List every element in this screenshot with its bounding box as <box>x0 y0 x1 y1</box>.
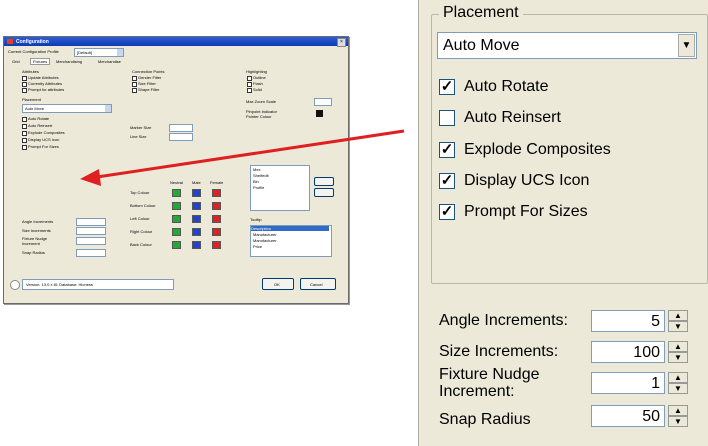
spin-up-icon[interactable]: ▲ <box>668 310 688 321</box>
placement-mode-value: Auto Move <box>443 37 520 54</box>
chevron-down-icon[interactable]: ▼ <box>678 34 695 57</box>
checkbox-label: Auto Reinsert <box>464 109 561 126</box>
arrow-head <box>80 169 101 186</box>
angle-increments-value: 5 <box>651 313 660 330</box>
spin-down-icon[interactable]: ▼ <box>668 383 688 394</box>
fixture-nudge-label: Fixture Nudge Increment: <box>439 366 540 400</box>
size-increments-value: 100 <box>633 344 660 361</box>
placement-mode-select[interactable]: Auto Move ▼ <box>437 32 697 59</box>
angle-increments-spinner[interactable]: ▲ ▼ <box>668 310 688 332</box>
checkbox-box[interactable]: ✓ <box>439 204 455 220</box>
checkbox-box[interactable]: ✓ <box>439 173 455 189</box>
angle-increments-input[interactable]: 5 <box>591 310 665 332</box>
placement-legend: Placement <box>439 4 523 22</box>
checkbox-box[interactable] <box>439 110 455 126</box>
size-increments-spinner[interactable]: ▲ ▼ <box>668 341 688 363</box>
size-increments-label: Size Increments: <box>439 343 559 360</box>
spin-up-icon[interactable]: ▲ <box>668 341 688 352</box>
placement-panel-zoom: Placement Auto Move ▼ ✓ Auto Rotate Auto… <box>418 0 708 446</box>
fixture-nudge-spinner[interactable]: ▲ ▼ <box>668 372 688 394</box>
snap-radius-input[interactable]: 50 <box>591 405 665 427</box>
checkbox-label: Display UCS Icon <box>464 172 590 189</box>
arrow-line <box>96 129 405 179</box>
snap-radius-spinner[interactable]: ▲ ▼ <box>668 405 688 427</box>
fixture-nudge-input[interactable]: 1 <box>591 372 665 394</box>
spin-up-icon[interactable]: ▲ <box>668 372 688 383</box>
snap-radius-value: 50 <box>642 408 660 425</box>
angle-increments-label: Angle Increments: <box>439 312 568 329</box>
fixture-nudge-value: 1 <box>651 375 660 392</box>
spin-down-icon[interactable]: ▼ <box>668 416 688 427</box>
spin-down-icon[interactable]: ▼ <box>668 321 688 332</box>
spin-up-icon[interactable]: ▲ <box>668 405 688 416</box>
snap-radius-label: Snap Radius <box>439 411 531 428</box>
size-increments-input[interactable]: 100 <box>591 341 665 363</box>
checkbox-label: Prompt For Sizes <box>464 203 588 220</box>
checkbox-label: Explode Composites <box>464 141 611 158</box>
checkbox-label: Auto Rotate <box>464 78 549 95</box>
spin-down-icon[interactable]: ▼ <box>668 352 688 363</box>
checkbox-box[interactable]: ✓ <box>439 79 455 95</box>
checkbox-box[interactable]: ✓ <box>439 142 455 158</box>
